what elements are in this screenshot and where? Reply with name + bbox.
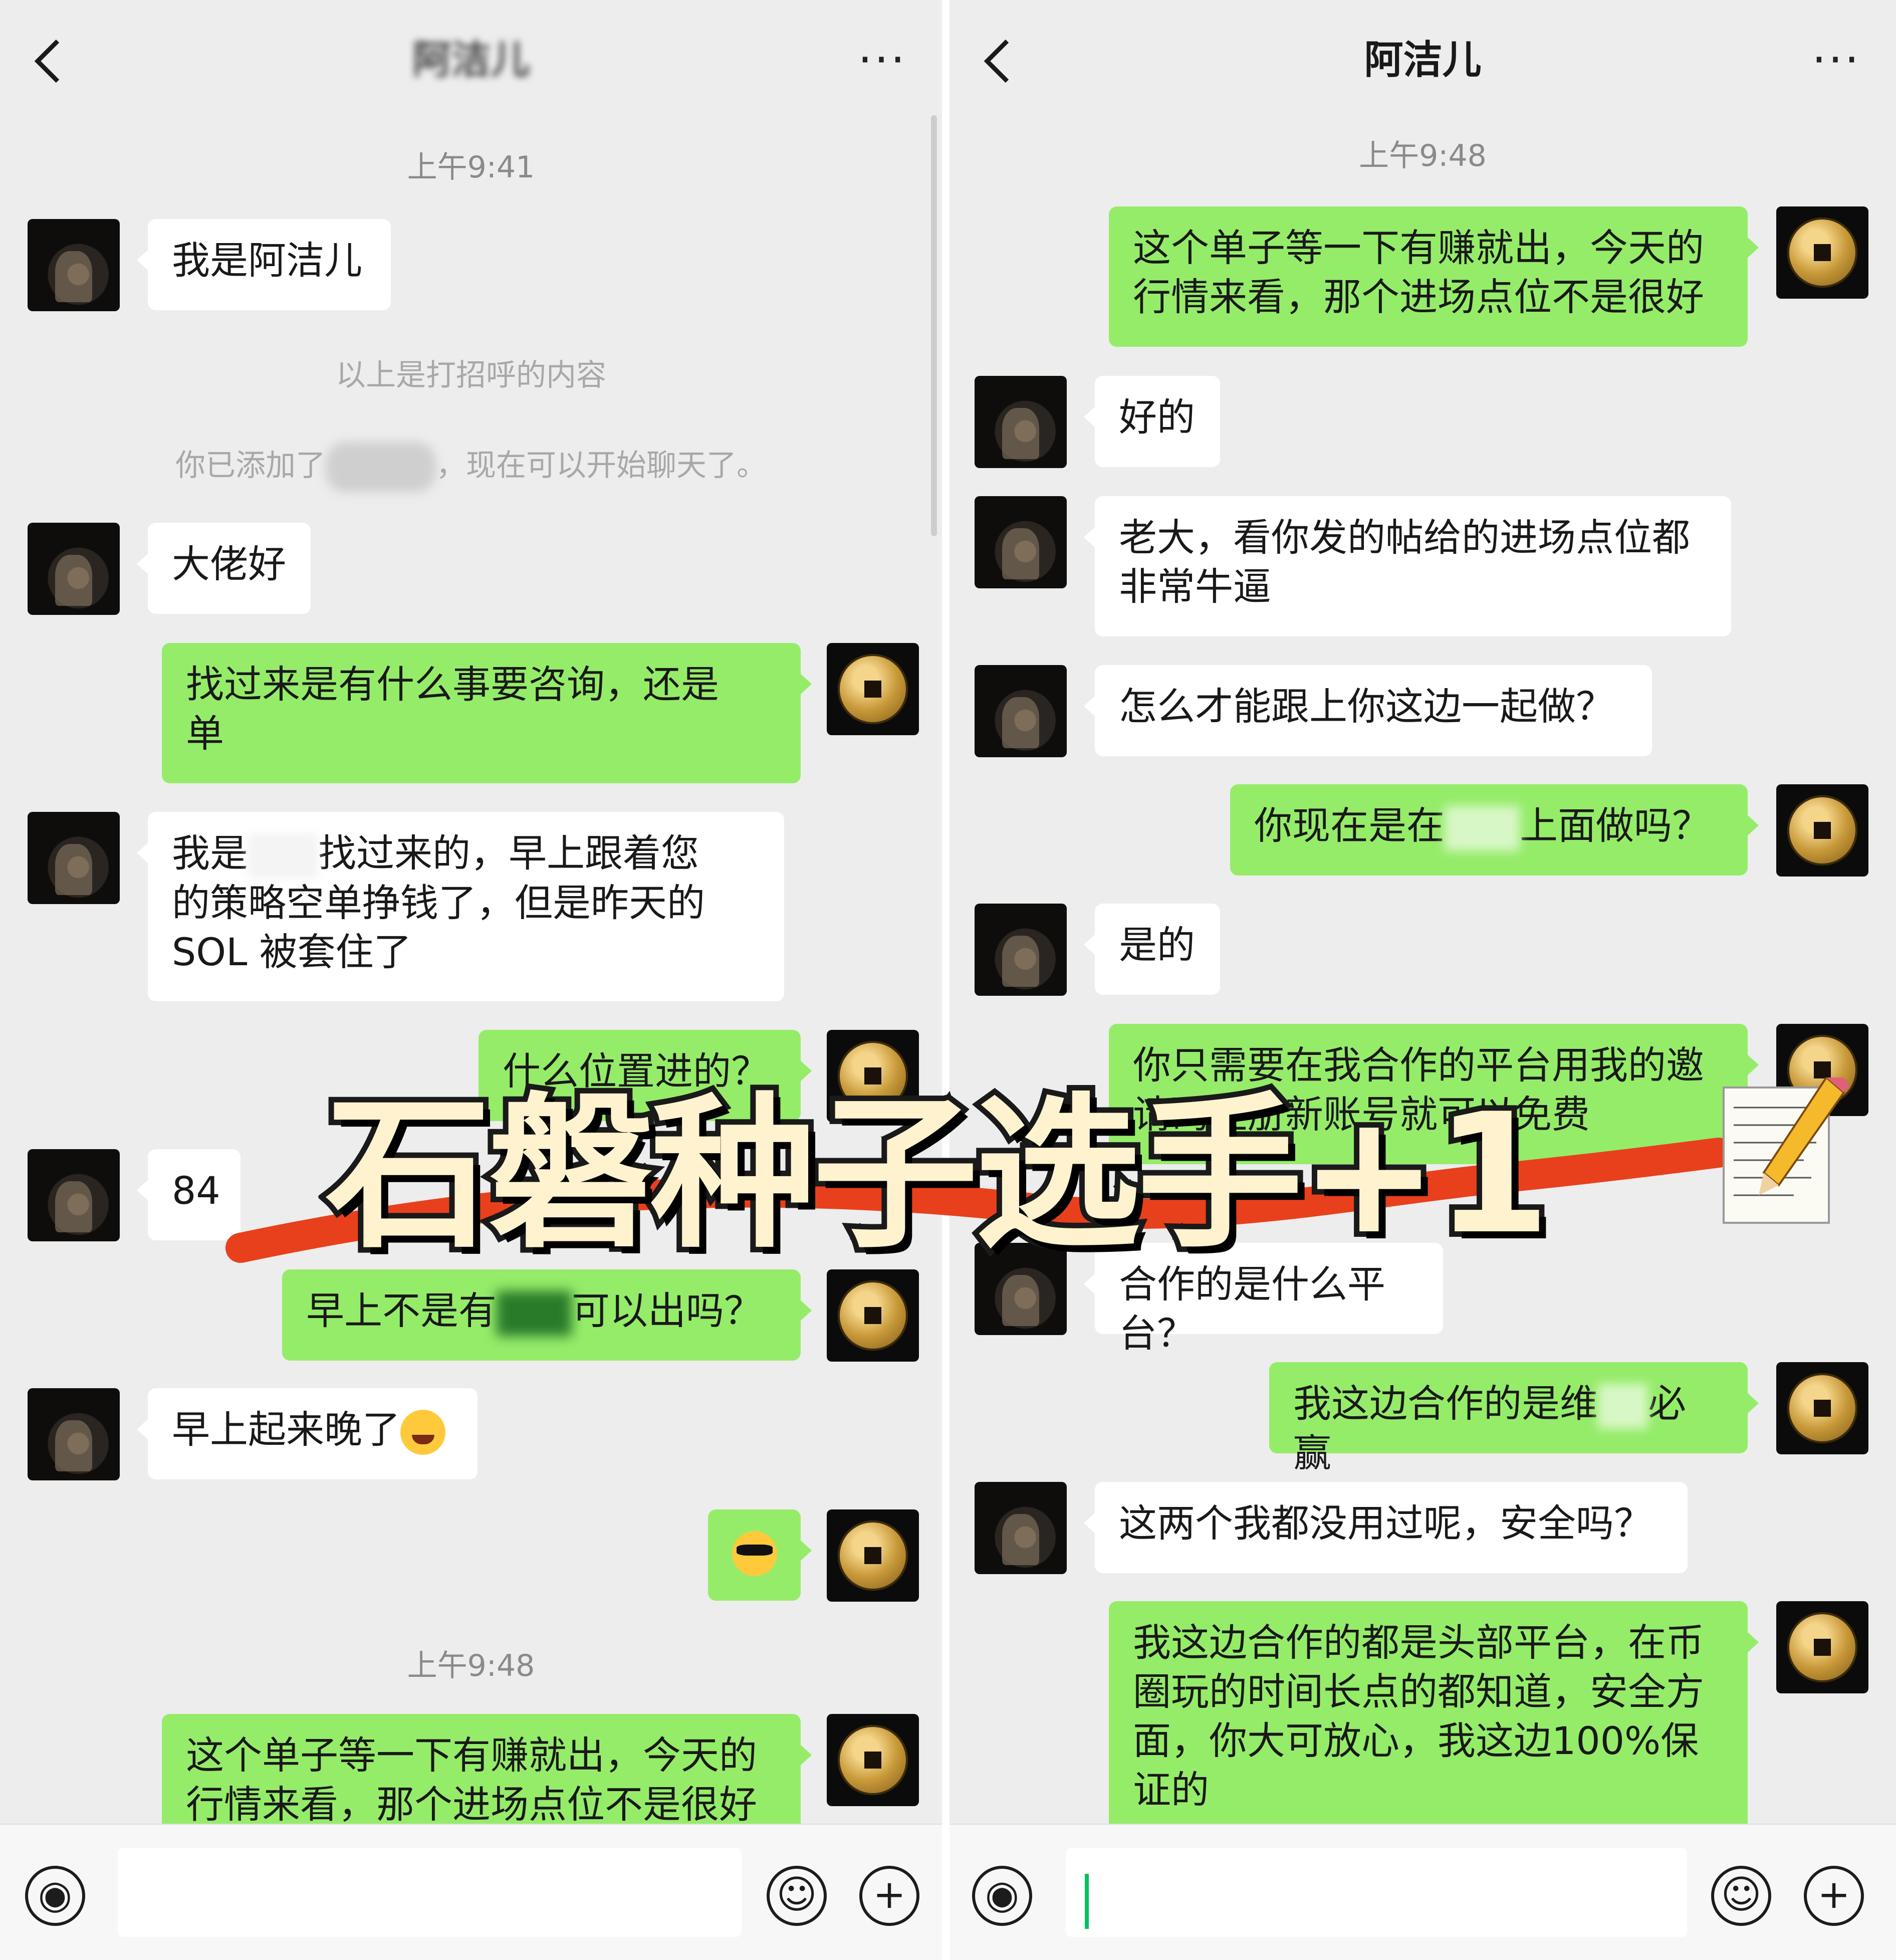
text-cursor xyxy=(1085,1874,1089,1929)
contact-avatar[interactable] xyxy=(975,904,1067,996)
contact-avatar[interactable] xyxy=(28,219,120,311)
message-bubble[interactable]: 大佬好 xyxy=(137,523,311,614)
message-bubble[interactable]: 是的 xyxy=(1084,904,1220,995)
contact-avatar[interactable] xyxy=(28,812,120,904)
message-bubble[interactable]: 84 xyxy=(137,1149,241,1240)
coin-avatar-icon xyxy=(838,1520,908,1591)
chat-title: 阿洁儿 xyxy=(1364,38,1482,83)
timestamp: 上午9:48 xyxy=(1359,138,1487,173)
coin-avatar-icon xyxy=(1787,1612,1857,1682)
contact-avatar[interactable] xyxy=(28,523,120,615)
system-notice: 以上是打招呼的内容 xyxy=(336,358,606,393)
contact-avatar[interactable] xyxy=(975,376,1067,468)
message-bubble-sent[interactable] xyxy=(708,1509,812,1601)
chat-header: 阿洁儿 ··· xyxy=(0,0,942,115)
coin-avatar-icon xyxy=(838,654,908,724)
message-bubble[interactable]: 我是阿洁儿 xyxy=(137,219,391,310)
coin-avatar-icon xyxy=(838,1280,908,1351)
panel-divider xyxy=(942,0,950,1960)
chat-panel-left: 阿洁儿 ··· 上午9:41 我是阿洁儿 以上是打招呼的内容 你已添加了 ，现在可… xyxy=(0,0,942,1960)
message-bubble[interactable]: 早上起来晚了 xyxy=(137,1388,478,1479)
message-bubble-sent[interactable]: 我这边合作的是维 必赢 xyxy=(1269,1362,1759,1475)
chat-panel-right: 阿洁儿 ··· 上午9:48 这个单子等一下有赚就出，今天的 行情来看，那个进场点… xyxy=(950,0,1896,1960)
chat-header: 阿洁儿 ··· xyxy=(950,0,1896,115)
input-bar: ◉ ☺ + xyxy=(950,1824,1896,1960)
emoji-icon[interactable]: ☺ xyxy=(767,1866,827,1926)
message-text: 我是阿洁儿 xyxy=(172,238,362,283)
voice-icon[interactable]: ◉ xyxy=(972,1866,1032,1926)
contact-avatar[interactable] xyxy=(975,1482,1067,1574)
my-avatar[interactable] xyxy=(827,1714,919,1806)
coin-avatar-icon xyxy=(1787,217,1857,288)
privacy-mosaic xyxy=(497,1291,572,1336)
my-avatar[interactable] xyxy=(827,1509,919,1602)
message-bubble-sent[interactable]: 我这边合作的都是头部平台，在币 圈玩的时间长点的都知道，安全方 面，你大可放心，我这… xyxy=(1109,1601,1759,1837)
my-avatar[interactable] xyxy=(1776,206,1868,299)
message-bubble-sent[interactable]: 找过来是有什么事要咨询，还是单 xyxy=(162,643,812,783)
message-bubble[interactable]: 好的 xyxy=(1084,376,1220,467)
my-avatar[interactable] xyxy=(827,643,919,735)
voice-icon[interactable]: ◉ xyxy=(25,1866,85,1926)
privacy-mosaic xyxy=(248,833,318,879)
privacy-mosaic xyxy=(1445,806,1520,851)
sunglasses-emoji-icon xyxy=(732,1531,777,1576)
plus-icon[interactable]: + xyxy=(859,1866,919,1926)
message-bubble-sent[interactable]: 你现在是在 上面做吗？ xyxy=(1230,784,1759,876)
memo-pencil-icon xyxy=(1723,1077,1849,1224)
system-notice: 你已添加了 ，现在可以开始聊天了。 xyxy=(0,441,942,493)
message-bubble[interactable]: 我是 找过来的，早上跟着您 的策略空单挣钱了，但是昨天的 SOL 被套住了 xyxy=(137,812,784,1001)
my-avatar[interactable] xyxy=(1776,1601,1868,1693)
more-dots-icon[interactable]: ··· xyxy=(1812,35,1861,85)
contact-avatar[interactable] xyxy=(975,496,1067,588)
coin-avatar-icon xyxy=(1787,795,1857,865)
my-avatar[interactable] xyxy=(1776,1362,1868,1454)
more-dots-icon[interactable]: ··· xyxy=(858,35,907,85)
message-input[interactable] xyxy=(118,1848,742,1937)
my-avatar[interactable] xyxy=(1776,784,1868,877)
overlay-caption: 石磐种子选手+1 xyxy=(320,1072,1556,1276)
contact-avatar[interactable] xyxy=(975,665,1067,757)
contact-avatar[interactable] xyxy=(28,1388,120,1480)
timestamp: 上午9:41 xyxy=(407,150,535,185)
my-avatar[interactable] xyxy=(827,1269,919,1362)
chat-title: 阿洁儿 xyxy=(412,38,530,83)
message-bubble-sent[interactable]: 早上不是有 可以出吗？ xyxy=(282,1269,812,1361)
contact-avatar[interactable] xyxy=(28,1149,120,1241)
timestamp: 上午9:48 xyxy=(407,1648,535,1683)
message-input[interactable] xyxy=(1066,1848,1687,1937)
message-bubble[interactable]: 这两个我都没用过呢，安全吗？ xyxy=(1084,1482,1688,1573)
message-bubble-sent[interactable]: 这个单子等一下有赚就出，今天的 行情来看，那个进场点位不是很好 xyxy=(1109,206,1759,347)
coin-avatar-icon xyxy=(838,1725,908,1795)
message-bubble[interactable]: 老大，看你发的帖给的进场点位都 非常牛逼 xyxy=(1084,496,1731,636)
coin-avatar-icon xyxy=(1787,1373,1857,1443)
emoji-icon[interactable]: ☺ xyxy=(1711,1866,1771,1926)
input-bar: ◉ ☺ + xyxy=(0,1824,942,1960)
message-bubble[interactable]: 怎么才能跟上你这边一起做？ xyxy=(1084,665,1652,756)
privacy-mosaic xyxy=(326,442,436,493)
privacy-mosaic xyxy=(1598,1384,1648,1429)
laughing-crying-emoji-icon xyxy=(400,1410,445,1455)
plus-icon[interactable]: + xyxy=(1804,1866,1864,1926)
